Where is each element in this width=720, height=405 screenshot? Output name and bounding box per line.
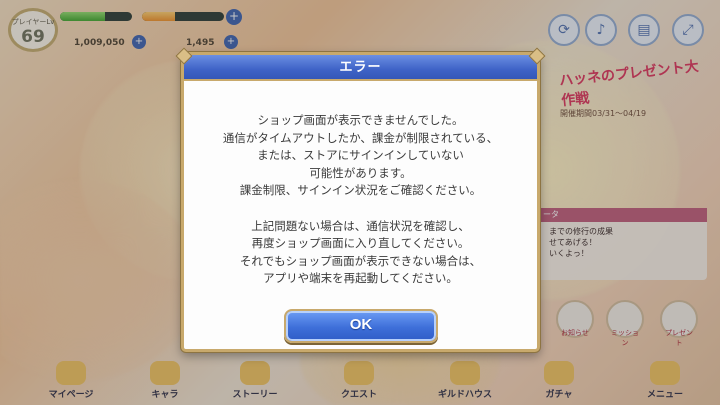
message-line: 上記問題ない場合は、通信状況を確認し、 — [251, 218, 470, 233]
message-line: 通信がタイムアウトしたか、課金が制限されている、 — [222, 130, 499, 145]
dialog-title: エラー — [184, 55, 537, 81]
message-line: 可能性があります。 — [309, 165, 412, 180]
message-line: アプリや端末を再起動してください。 — [263, 271, 458, 285]
message-line: ショップ画面が表示できませんでした。 — [257, 113, 464, 127]
ok-button[interactable]: OK — [284, 309, 438, 343]
dialog-message: ショップ画面が表示できませんでした。 通信がタイムアウトしたか、課金が制限されて… — [184, 112, 537, 288]
message-line: 再度ショップ画面に入り直してください。 — [251, 236, 470, 250]
message-line: 課金制限、サインイン状況をご確認ください。 — [239, 183, 482, 197]
error-dialog: エラー ショップ画面が表示できませんでした。 通信がタイムアウトしたか、課金が制… — [175, 47, 546, 352]
message-line: または、ストアにサインインしていない — [257, 148, 464, 162]
message-line: それでもショップ画面が表示できない場合は、 — [239, 253, 482, 268]
